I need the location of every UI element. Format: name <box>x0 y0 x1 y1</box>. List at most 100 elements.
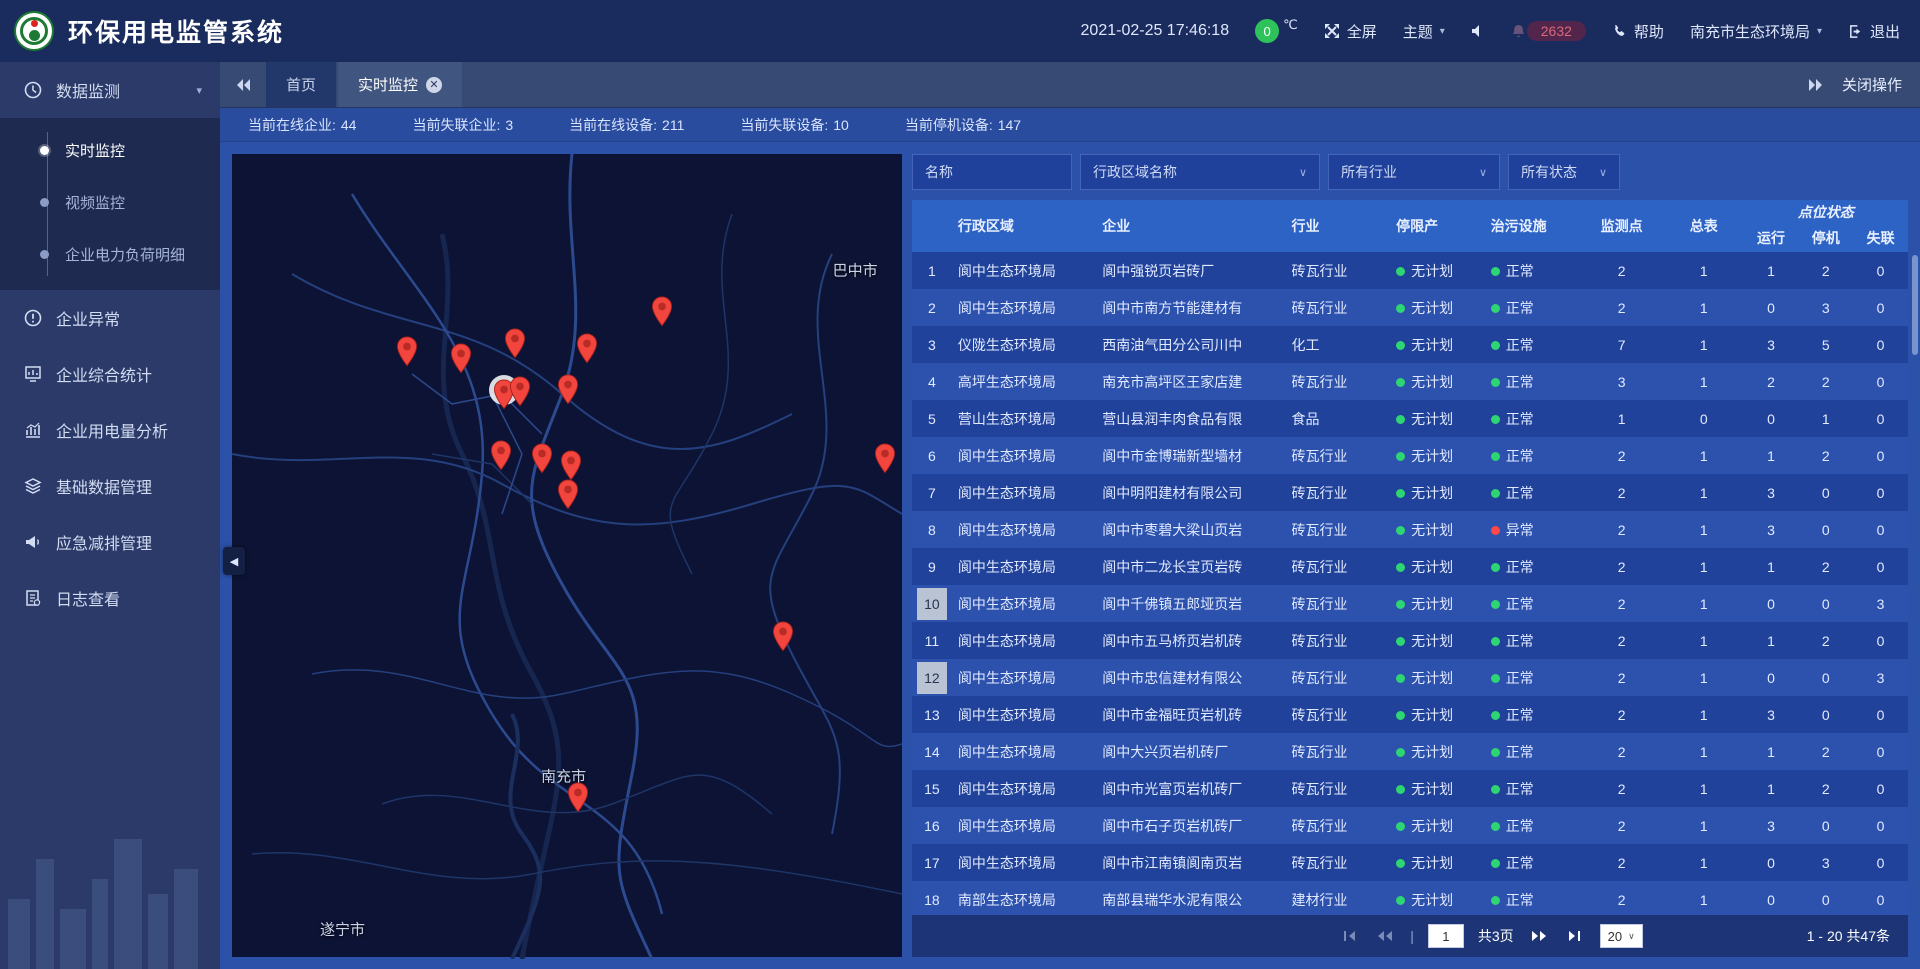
cell-company: 阆中市金博瑞新型墙材 <box>1096 437 1285 474</box>
table-row[interactable]: 3仪陇生态环境局西南油气田分公司川中化工无计划正常71350 <box>912 326 1908 363</box>
cell-region: 阆中生态环境局 <box>952 770 1096 807</box>
table-row[interactable]: 10阆中生态环境局阆中千佛镇五郎垭页岩砖瓦行业无计划正常21003 <box>912 585 1908 622</box>
region-filter-select[interactable]: 行政区域名称 ∨ <box>1080 154 1320 190</box>
sidebar-item-base-data[interactable]: 基础数据管理 <box>0 458 220 514</box>
tab-realtime-monitor[interactable]: 实时监控 ✕ <box>338 62 462 107</box>
last-page-button[interactable] <box>1564 925 1586 947</box>
table-row[interactable]: 18南部生态环境局南部县瑞华水泥有限公建材行业无计划正常21000 <box>912 881 1908 915</box>
tabs-scroll-right-button[interactable] <box>1808 78 1824 92</box>
page-size-select[interactable]: 20 ∨ <box>1600 924 1643 948</box>
tab-home[interactable]: 首页 <box>266 62 336 107</box>
name-filter[interactable] <box>912 154 1072 190</box>
table-row[interactable]: 7阆中生态环境局阆中明阳建材有限公司砖瓦行业无计划正常21300 <box>912 474 1908 511</box>
tabs-scroll-left-button[interactable] <box>220 62 266 107</box>
cell-lost: 0 <box>1853 733 1908 770</box>
table-row[interactable]: 13阆中生态环境局阆中市金福旺页岩机砖砖瓦行业无计划正常21300 <box>912 696 1908 733</box>
chevron-down-icon: ∨ <box>1628 931 1635 942</box>
table-row[interactable]: 5营山生态环境局营山县润丰肉食品有限食品无计划正常10010 <box>912 400 1908 437</box>
close-operations-button[interactable]: 关闭操作 <box>1842 74 1902 95</box>
table-row[interactable]: 11阆中生态环境局阆中市五马桥页岩机砖砖瓦行业无计划正常21120 <box>912 622 1908 659</box>
map-pin-icon[interactable] <box>651 296 673 327</box>
status-dot-green <box>1396 341 1405 350</box>
cell-meter: 1 <box>1664 511 1744 548</box>
close-icon[interactable]: ✕ <box>426 77 442 93</box>
map-pin-icon[interactable] <box>874 443 896 474</box>
mute-button[interactable] <box>1471 24 1485 38</box>
cell-treatment: 正常 <box>1485 770 1580 807</box>
sidebar-item-data-monitor[interactable]: 数据监测 ▾ <box>0 62 220 118</box>
map-pin-icon[interactable] <box>567 782 589 813</box>
table-row[interactable]: 15阆中生态环境局阆中市光富页岩机砖厂砖瓦行业无计划正常21120 <box>912 770 1908 807</box>
sidebar-item-realtime-monitor[interactable]: 实时监控 <box>0 124 220 176</box>
next-page-button[interactable] <box>1528 925 1550 947</box>
status-filter-select[interactable]: 所有状态 ∨ <box>1508 154 1620 190</box>
map-pin-icon[interactable] <box>504 328 526 359</box>
help-button[interactable]: 帮助 <box>1612 21 1664 42</box>
stat-stopped-devices: 当前停机设备:147 <box>905 115 1021 135</box>
cell-run: 0 <box>1744 881 1799 915</box>
cell-index: 10 <box>912 585 952 622</box>
table-row[interactable]: 1阆中生态环境局阆中强锐页岩砖厂砖瓦行业无计划正常21120 <box>912 252 1908 289</box>
scrollbar-thumb[interactable] <box>1912 255 1918 355</box>
cell-limit: 无计划 <box>1390 696 1485 733</box>
map-pin-icon[interactable] <box>531 443 553 474</box>
map-pin-icon[interactable] <box>772 621 794 652</box>
map-pin-icon[interactable] <box>560 450 582 481</box>
fullscreen-icon <box>1324 23 1340 39</box>
sidebar-item-enterprise-statistics[interactable]: 企业综合统计 <box>0 346 220 402</box>
table-row[interactable]: 6阆中生态环境局阆中市金博瑞新型墙材砖瓦行业无计划正常21120 <box>912 437 1908 474</box>
sidebar-item-enterprise-abnormal[interactable]: 企业异常 <box>0 290 220 346</box>
top-header: 环保用电监管系统 2021-02-25 17:46:18 0 ℃ 全屏 主题 ▾… <box>0 0 1920 62</box>
notifications-button[interactable]: 2632 <box>1511 21 1586 41</box>
industry-filter-select[interactable]: 所有行业 ∨ <box>1328 154 1500 190</box>
map-pin-icon[interactable] <box>509 376 531 407</box>
theme-menu[interactable]: 主题 ▾ <box>1403 21 1445 42</box>
cell-lost: 0 <box>1853 807 1908 844</box>
table-row[interactable]: 17阆中生态环境局阆中市江南镇阆南页岩砖瓦行业无计划正常21030 <box>912 844 1908 881</box>
table-row[interactable]: 16阆中生态环境局阆中市石子页岩机砖厂砖瓦行业无计划正常21300 <box>912 807 1908 844</box>
status-dot-green <box>1396 304 1405 313</box>
cell-points: 2 <box>1579 770 1664 807</box>
sidebar-item-power-analysis[interactable]: 企业用电量分析 <box>0 402 220 458</box>
stat-online-enterprises: 当前在线企业:44 <box>248 115 356 135</box>
table-row[interactable]: 12阆中生态环境局阆中市忠信建材有限公砖瓦行业无计划正常21003 <box>912 659 1908 696</box>
map-pin-icon[interactable] <box>557 479 579 510</box>
map-collapse-button[interactable]: ◀ <box>223 547 245 575</box>
map-pin-icon[interactable] <box>557 374 579 405</box>
page-number-input[interactable] <box>1428 924 1464 948</box>
fullscreen-button[interactable]: 全屏 <box>1324 21 1377 42</box>
table-row[interactable]: 14阆中生态环境局阆中大兴页岩机砖厂砖瓦行业无计划正常21120 <box>912 733 1908 770</box>
table-row[interactable]: 4高坪生态环境局南充市高坪区王家店建砖瓦行业无计划正常31220 <box>912 363 1908 400</box>
cell-meter: 1 <box>1664 585 1744 622</box>
cell-lost: 0 <box>1853 326 1908 363</box>
status-dot-green <box>1396 822 1405 831</box>
map-pin-icon[interactable] <box>490 440 512 471</box>
table-row[interactable]: 2阆中生态环境局阆中市南方节能建材有砖瓦行业无计划正常21030 <box>912 289 1908 326</box>
cell-limit: 无计划 <box>1390 881 1485 915</box>
cell-region: 阆中生态环境局 <box>952 585 1096 622</box>
map[interactable]: 巴中市南充市遂宁市 ◀ <box>232 154 902 957</box>
cell-points: 7 <box>1579 326 1664 363</box>
name-filter-input[interactable] <box>925 164 1059 180</box>
first-page-button[interactable] <box>1338 925 1360 947</box>
sidebar-item-power-load-detail[interactable]: 企业电力负荷明细 <box>0 228 220 280</box>
map-pin-icon[interactable] <box>576 333 598 364</box>
col-header-company: 企业 <box>1096 200 1285 252</box>
cell-company: 阆中市金福旺页岩机砖 <box>1096 696 1285 733</box>
cell-lost: 0 <box>1853 363 1908 400</box>
last-page-icon <box>1568 930 1582 942</box>
logout-button[interactable]: 退出 <box>1848 21 1900 42</box>
cell-limit: 无计划 <box>1390 400 1485 437</box>
table-row[interactable]: 8阆中生态环境局阆中市枣碧大梁山页岩砖瓦行业无计划异常21300 <box>912 511 1908 548</box>
map-pin-icon[interactable] <box>396 336 418 367</box>
table-row[interactable]: 9阆中生态环境局阆中市二龙长宝页岩砖砖瓦行业无计划正常21120 <box>912 548 1908 585</box>
cell-index: 9 <box>912 548 952 585</box>
cell-run: 1 <box>1744 622 1799 659</box>
cell-company: 阆中市光富页岩机砖厂 <box>1096 770 1285 807</box>
sidebar-item-video-monitor[interactable]: 视频监控 <box>0 176 220 228</box>
prev-page-button[interactable] <box>1374 925 1396 947</box>
map-pin-icon[interactable] <box>450 343 472 374</box>
sidebar-item-log-view[interactable]: 日志查看 <box>0 570 220 626</box>
org-menu[interactable]: 南充市生态环境局 ▾ <box>1690 21 1822 42</box>
sidebar-item-emergency-reduction[interactable]: 应急减排管理 <box>0 514 220 570</box>
